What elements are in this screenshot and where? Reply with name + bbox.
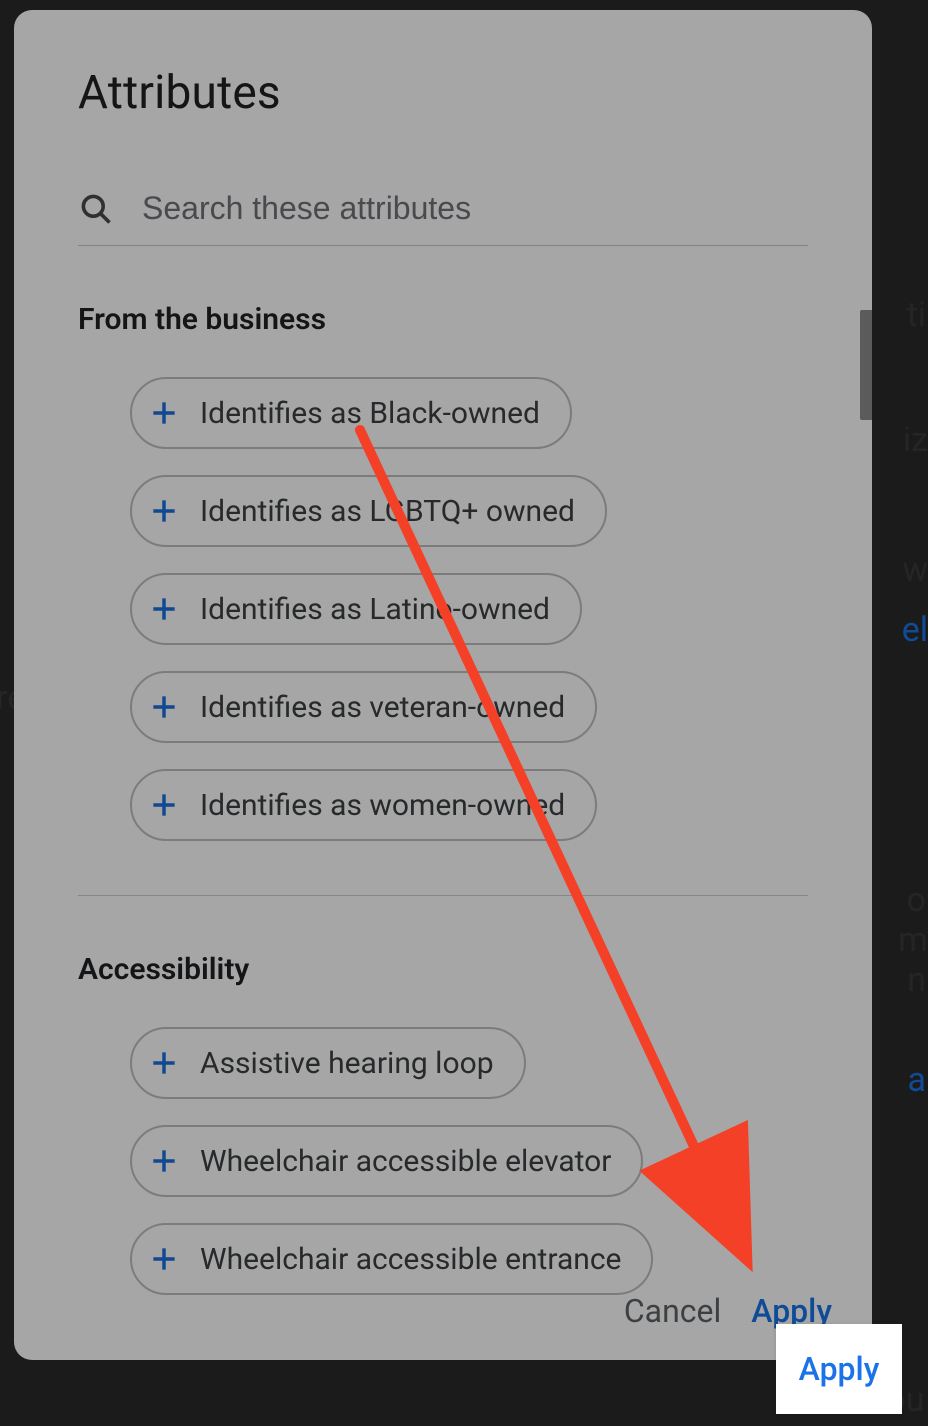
- plus-icon: [146, 689, 182, 725]
- chip-veteran-owned[interactable]: Identifies as veteran-owned: [130, 671, 597, 743]
- plus-icon: [146, 395, 182, 431]
- search-row: [78, 190, 808, 246]
- chip-label: Identifies as veteran-owned: [200, 690, 565, 725]
- chip-wheelchair-entrance[interactable]: Wheelchair accessible entrance: [130, 1223, 653, 1295]
- chip-wheelchair-elevator[interactable]: Wheelchair accessible elevator: [130, 1125, 643, 1197]
- plus-icon: [146, 1045, 182, 1081]
- bg-text: el: [902, 610, 928, 650]
- chip-label: Assistive hearing loop: [200, 1046, 494, 1081]
- chip-group-from-the-business: Identifies as Black-owned Identifies as …: [78, 377, 808, 841]
- search-icon: [78, 191, 114, 227]
- plus-icon: [146, 591, 182, 627]
- scrollbar-thumb[interactable]: [860, 310, 872, 420]
- bg-text: w: [902, 550, 928, 590]
- modal-title: Attributes: [78, 66, 808, 120]
- chip-assistive-hearing-loop[interactable]: Assistive hearing loop: [130, 1027, 526, 1099]
- chip-lgbtq-owned[interactable]: Identifies as LGBTQ+ owned: [130, 475, 607, 547]
- chip-label: Identifies as women-owned: [200, 788, 565, 823]
- chip-group-accessibility: Assistive hearing loop Wheelchair access…: [78, 1027, 808, 1295]
- section-title-accessibility: Accessibility: [78, 952, 808, 987]
- chip-latino-owned[interactable]: Identifies as Latino-owned: [130, 573, 582, 645]
- plus-icon: [146, 493, 182, 529]
- bg-text: o: [907, 880, 926, 920]
- apply-button[interactable]: Apply: [799, 1350, 880, 1388]
- bg-text: iz: [903, 420, 928, 460]
- chip-label: Identifies as LGBTQ+ owned: [200, 494, 575, 529]
- apply-highlight: Apply: [776, 1324, 902, 1414]
- section-divider: [78, 895, 808, 896]
- chip-label: Identifies as Latino-owned: [200, 592, 550, 627]
- bg-text: n: [907, 960, 926, 1000]
- bg-text: a: [908, 1060, 927, 1100]
- cancel-button[interactable]: Cancel: [624, 1292, 721, 1330]
- bg-text: ti: [907, 295, 926, 335]
- chip-label: Identifies as Black-owned: [200, 396, 540, 431]
- bg-text: m: [898, 920, 928, 960]
- chip-women-owned[interactable]: Identifies as women-owned: [130, 769, 597, 841]
- search-input[interactable]: [142, 190, 808, 227]
- section-title-from-the-business: From the business: [78, 302, 808, 337]
- chip-label: Wheelchair accessible elevator: [200, 1144, 611, 1179]
- plus-icon: [146, 787, 182, 823]
- plus-icon: [146, 1143, 182, 1179]
- chip-label: Wheelchair accessible entrance: [200, 1242, 621, 1277]
- attributes-modal: Attributes From the business Identifies …: [14, 10, 872, 1360]
- plus-icon: [146, 1241, 182, 1277]
- chip-black-owned[interactable]: Identifies as Black-owned: [130, 377, 572, 449]
